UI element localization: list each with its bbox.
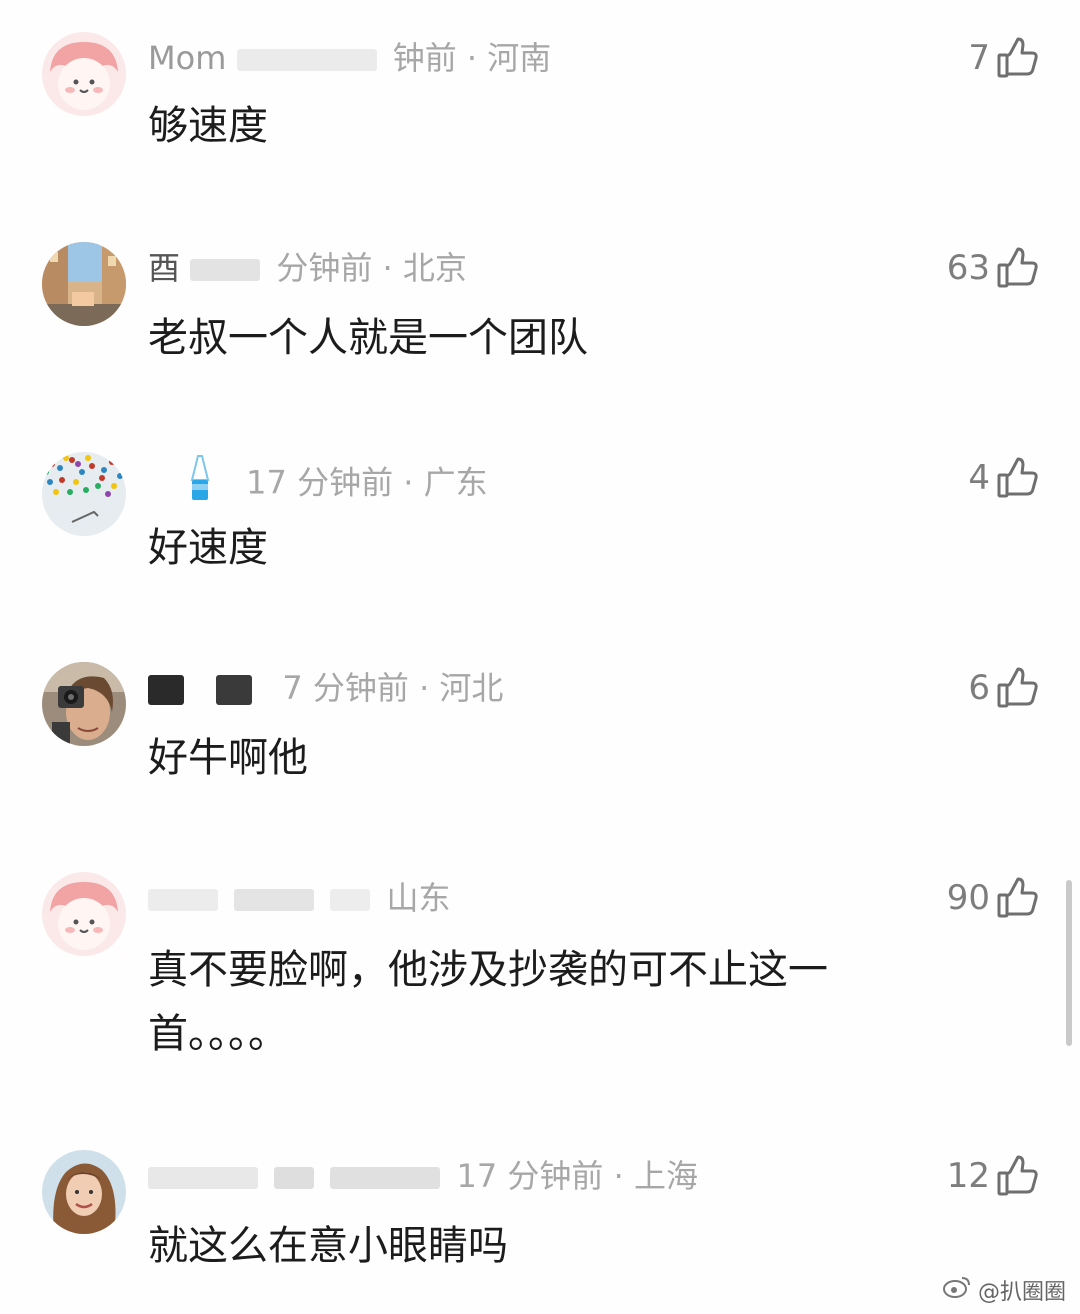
bottle-emoji-icon	[188, 454, 212, 515]
comment-time: 17 分钟前	[246, 463, 394, 502]
like-button[interactable]: 4	[968, 454, 1040, 502]
like-count: 90	[946, 878, 990, 918]
comment-location: 北京	[402, 249, 467, 287]
comment-meta: 17 分钟前 · 广东	[148, 454, 488, 502]
comment-time: 钟前	[392, 39, 457, 77]
weibo-icon	[942, 1275, 972, 1305]
avatar[interactable]	[42, 32, 126, 116]
thumbs-up-icon	[996, 246, 1040, 290]
avatar[interactable]	[42, 872, 126, 956]
thumbs-up-icon	[996, 876, 1040, 920]
like-button[interactable]: 90	[947, 874, 1040, 922]
avatar[interactable]	[42, 662, 126, 746]
like-count: 63	[946, 248, 990, 288]
like-count: 7	[968, 38, 990, 78]
like-count: 4	[968, 458, 990, 498]
comment-location: 山东	[386, 879, 451, 917]
comment-time: 分钟前	[276, 249, 373, 287]
comment-text: 就这么在意小眼睛吗	[148, 1223, 508, 1269]
watermark: @扒圈圈	[942, 1274, 1066, 1306]
comment-location: 河南	[487, 39, 552, 77]
comment-list-page: Mom 钟前 · 河南 够速度 7 酉 分钟前 · 北京 老叔一个人就是一个团队…	[0, 0, 1080, 1314]
avatar[interactable]	[42, 1150, 126, 1234]
comment-text: 够速度	[148, 103, 268, 149]
like-button[interactable]: 7	[968, 34, 1040, 82]
comment-text: 真不要脸啊，他涉及抄袭的可不止这一首。。。。	[148, 947, 828, 1057]
username[interactable]: Mom	[148, 39, 226, 77]
comment-location: 河北	[439, 669, 504, 707]
comment-text: 好速度	[148, 525, 268, 571]
comment-meta: 酉 分钟前 · 北京	[148, 249, 467, 287]
thumbs-up-icon	[996, 456, 1040, 500]
like-button[interactable]: 6	[968, 664, 1040, 712]
comment-meta: 山东	[148, 874, 451, 922]
comment-meta: 17 分钟前 · 上海	[148, 1152, 698, 1200]
comment-text: 老叔一个人就是一个团队	[148, 315, 588, 361]
thumbs-up-icon	[996, 1154, 1040, 1198]
username[interactable]: 酉	[148, 249, 180, 287]
avatar[interactable]	[42, 242, 126, 326]
thumbs-up-icon	[996, 36, 1040, 80]
comment-location: 上海	[633, 1157, 698, 1195]
like-button[interactable]: 63	[947, 244, 1040, 292]
like-button[interactable]: 12	[947, 1152, 1040, 1200]
like-count: 12	[946, 1156, 990, 1196]
avatar[interactable]	[42, 452, 126, 536]
thumbs-up-icon	[996, 666, 1040, 710]
like-count: 6	[968, 668, 990, 708]
comment-text: 好牛啊他	[148, 735, 308, 781]
comment-meta: Mom 钟前 · 河南	[148, 39, 552, 77]
comment-time: 17 分钟前	[456, 1157, 604, 1195]
watermark-text: @扒圈圈	[977, 1280, 1066, 1305]
comment-meta: 7 分钟前 · 河北	[148, 664, 503, 712]
comment-time: 7 分钟前	[282, 669, 409, 707]
scrollbar[interactable]	[1066, 880, 1072, 1046]
comment-location: 广东	[423, 463, 488, 502]
